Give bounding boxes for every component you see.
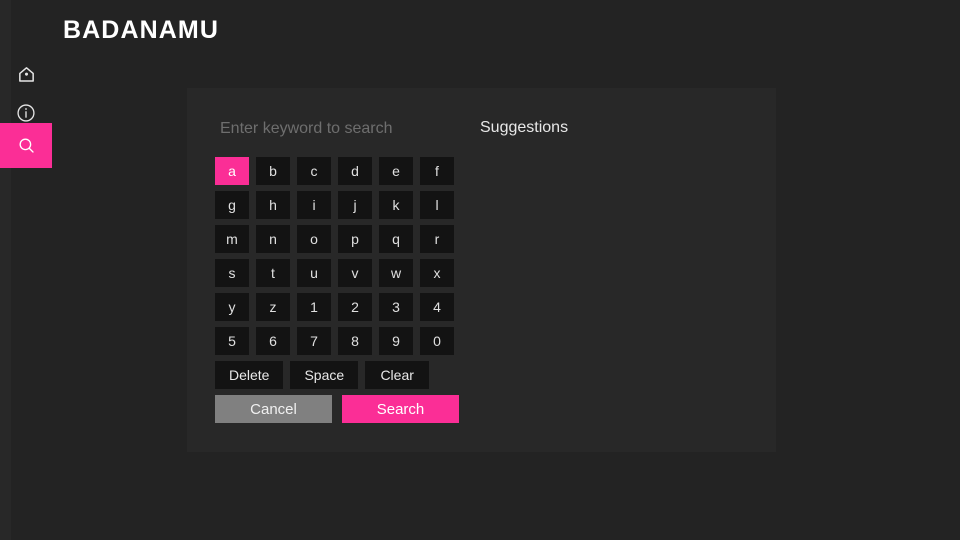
key-n[interactable]: n [256, 225, 290, 253]
key-a[interactable]: a [215, 157, 249, 185]
key-7[interactable]: 7 [297, 327, 331, 355]
keyboard-utility-row: Delete Space Clear [215, 361, 465, 389]
key-l[interactable]: l [420, 191, 454, 219]
keyboard-row: a b c d e f [215, 157, 465, 185]
key-8[interactable]: 8 [338, 327, 372, 355]
key-o[interactable]: o [297, 225, 331, 253]
key-x[interactable]: x [420, 259, 454, 287]
search-button[interactable]: Search [342, 395, 459, 423]
app-logo: BADANAMU [63, 16, 220, 44]
key-j[interactable]: j [338, 191, 372, 219]
suggestions-heading: Suggestions [480, 119, 569, 136]
search-icon [17, 136, 36, 155]
keyboard-row: 5 6 7 8 9 0 [215, 327, 465, 355]
search-panel: Enter keyword to search Suggestions a b … [187, 88, 776, 452]
key-9[interactable]: 9 [379, 327, 413, 355]
key-g[interactable]: g [215, 191, 249, 219]
key-e[interactable]: e [379, 157, 413, 185]
delete-key[interactable]: Delete [215, 361, 284, 389]
key-s[interactable]: s [215, 259, 249, 287]
clear-key[interactable]: Clear [365, 361, 430, 389]
space-key[interactable]: Space [290, 361, 359, 389]
key-4[interactable]: 4 [420, 293, 454, 321]
keyboard-row: g h i j k l [215, 191, 465, 219]
key-i[interactable]: i [297, 191, 331, 219]
key-f[interactable]: f [420, 157, 454, 185]
onscreen-keyboard: a b c d e f g h i j k l m n o p q r s t … [215, 157, 465, 423]
key-p[interactable]: p [338, 225, 372, 253]
key-t[interactable]: t [256, 259, 290, 287]
key-6[interactable]: 6 [256, 327, 290, 355]
key-d[interactable]: d [338, 157, 372, 185]
key-2[interactable]: 2 [338, 293, 372, 321]
key-0[interactable]: 0 [420, 327, 454, 355]
key-q[interactable]: q [379, 225, 413, 253]
home-icon [17, 65, 36, 84]
suggestions-list [480, 148, 760, 428]
keyboard-row: y z 1 2 3 4 [215, 293, 465, 321]
key-z[interactable]: z [256, 293, 290, 321]
search-input[interactable]: Enter keyword to search [220, 120, 393, 138]
key-v[interactable]: v [338, 259, 372, 287]
key-5[interactable]: 5 [215, 327, 249, 355]
key-c[interactable]: c [297, 157, 331, 185]
key-m[interactable]: m [215, 225, 249, 253]
sidebar-item-search[interactable] [0, 123, 52, 168]
key-w[interactable]: w [379, 259, 413, 287]
sidebar-nav [0, 52, 52, 172]
key-r[interactable]: r [420, 225, 454, 253]
key-y[interactable]: y [215, 293, 249, 321]
key-b[interactable]: b [256, 157, 290, 185]
key-u[interactable]: u [297, 259, 331, 287]
key-k[interactable]: k [379, 191, 413, 219]
key-h[interactable]: h [256, 191, 290, 219]
info-icon [16, 103, 36, 123]
keyboard-row: s t u v w x [215, 259, 465, 287]
key-1[interactable]: 1 [297, 293, 331, 321]
keyboard-action-row: Cancel Search [215, 395, 465, 423]
key-3[interactable]: 3 [379, 293, 413, 321]
cancel-button[interactable]: Cancel [215, 395, 332, 423]
keyboard-row: m n o p q r [215, 225, 465, 253]
